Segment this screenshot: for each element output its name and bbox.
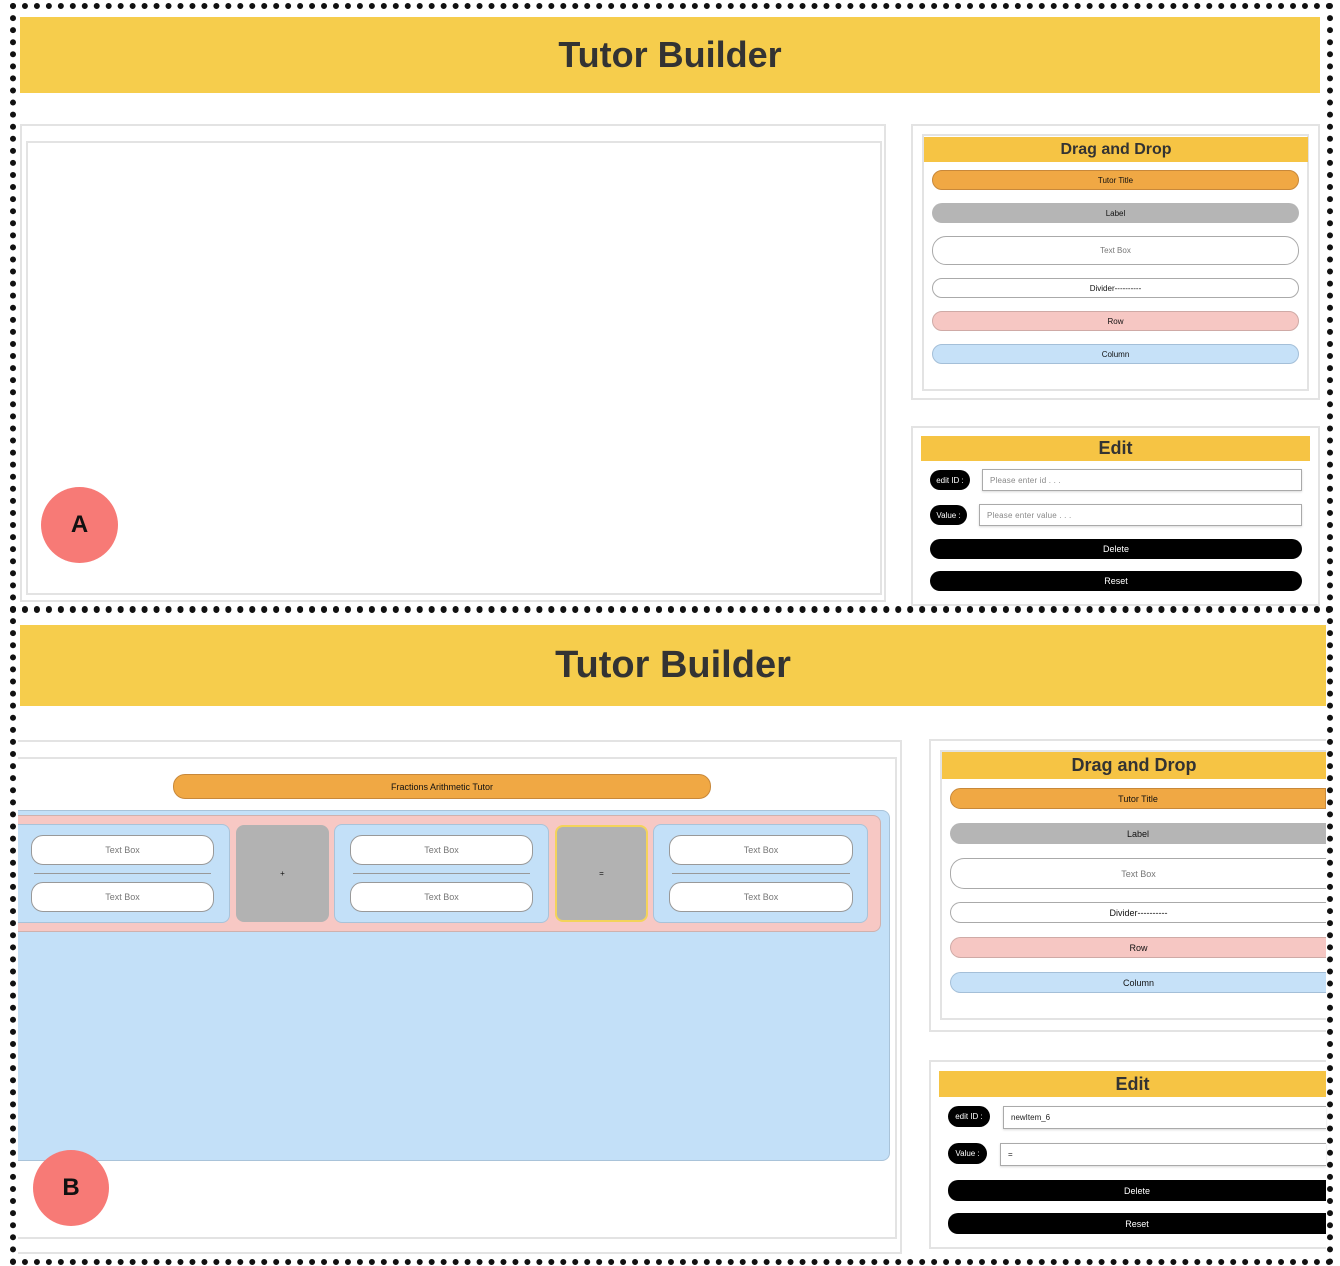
palette-item-text-box[interactable]: Text Box bbox=[932, 236, 1299, 265]
palette-item-divider[interactable]: Divider---------- bbox=[932, 278, 1299, 298]
divider-line bbox=[353, 873, 530, 874]
value-input[interactable]: Please enter value . . . bbox=[979, 504, 1302, 526]
app-title: Tutor Builder bbox=[555, 644, 791, 686]
palette-item-column[interactable]: Column bbox=[932, 344, 1299, 364]
reset-button[interactable]: Reset bbox=[930, 571, 1302, 591]
value-input[interactable]: = bbox=[1000, 1143, 1326, 1166]
edit-id-input[interactable]: newItem_6 bbox=[1003, 1106, 1326, 1129]
text-box[interactable]: Text Box bbox=[669, 882, 853, 912]
divider-line bbox=[34, 873, 211, 874]
edit-title: Edit bbox=[921, 436, 1310, 461]
delete-button[interactable]: Delete bbox=[930, 539, 1302, 559]
text-box[interactable]: Text Box bbox=[31, 882, 214, 912]
app-title: Tutor Builder bbox=[558, 34, 782, 75]
delete-button[interactable]: Delete bbox=[948, 1180, 1326, 1201]
palette-title: Drag and Drop bbox=[942, 752, 1326, 779]
canvas-tutor-title[interactable]: Fractions Arithmetic Tutor bbox=[173, 774, 711, 799]
palette-title: Drag and Drop bbox=[924, 137, 1308, 162]
palette-item-column[interactable]: Column bbox=[950, 972, 1326, 993]
text-box[interactable]: Text Box bbox=[350, 835, 533, 865]
value-label: Value : bbox=[930, 505, 967, 525]
divider-line bbox=[672, 873, 850, 874]
reset-button[interactable]: Reset bbox=[948, 1213, 1326, 1234]
text-box[interactable]: Text Box bbox=[350, 882, 533, 912]
palette-item-text-box[interactable]: Text Box bbox=[950, 858, 1326, 889]
panel-badge-a: A bbox=[41, 487, 118, 563]
app-header: Tutor Builder bbox=[20, 17, 1320, 93]
value-label: Value : bbox=[948, 1143, 987, 1164]
edit-id-label: edit ID : bbox=[930, 470, 970, 490]
panel-badge-b: B bbox=[33, 1150, 109, 1226]
edit-id-input[interactable]: Please enter id . . . bbox=[982, 469, 1302, 491]
palette-item-tutor-title[interactable]: Tutor Title bbox=[950, 788, 1326, 809]
palette-item-row[interactable]: Row bbox=[950, 937, 1326, 958]
palette-item-row[interactable]: Row bbox=[932, 311, 1299, 331]
canvas-drop-area[interactable] bbox=[26, 141, 882, 595]
text-box[interactable]: Text Box bbox=[669, 835, 853, 865]
operator-label-selected[interactable]: = bbox=[555, 825, 648, 922]
palette-item-label[interactable]: Label bbox=[950, 823, 1326, 844]
palette-item-label[interactable]: Label bbox=[932, 203, 1299, 223]
palette-item-divider[interactable]: Divider---------- bbox=[950, 902, 1326, 923]
app-header: Tutor Builder bbox=[20, 625, 1326, 706]
edit-title: Edit bbox=[939, 1071, 1326, 1097]
palette-item-tutor-title[interactable]: Tutor Title bbox=[932, 170, 1299, 190]
edit-id-label: edit ID : bbox=[948, 1106, 990, 1127]
text-box[interactable]: Text Box bbox=[31, 835, 214, 865]
operator-label[interactable]: + bbox=[236, 825, 329, 922]
